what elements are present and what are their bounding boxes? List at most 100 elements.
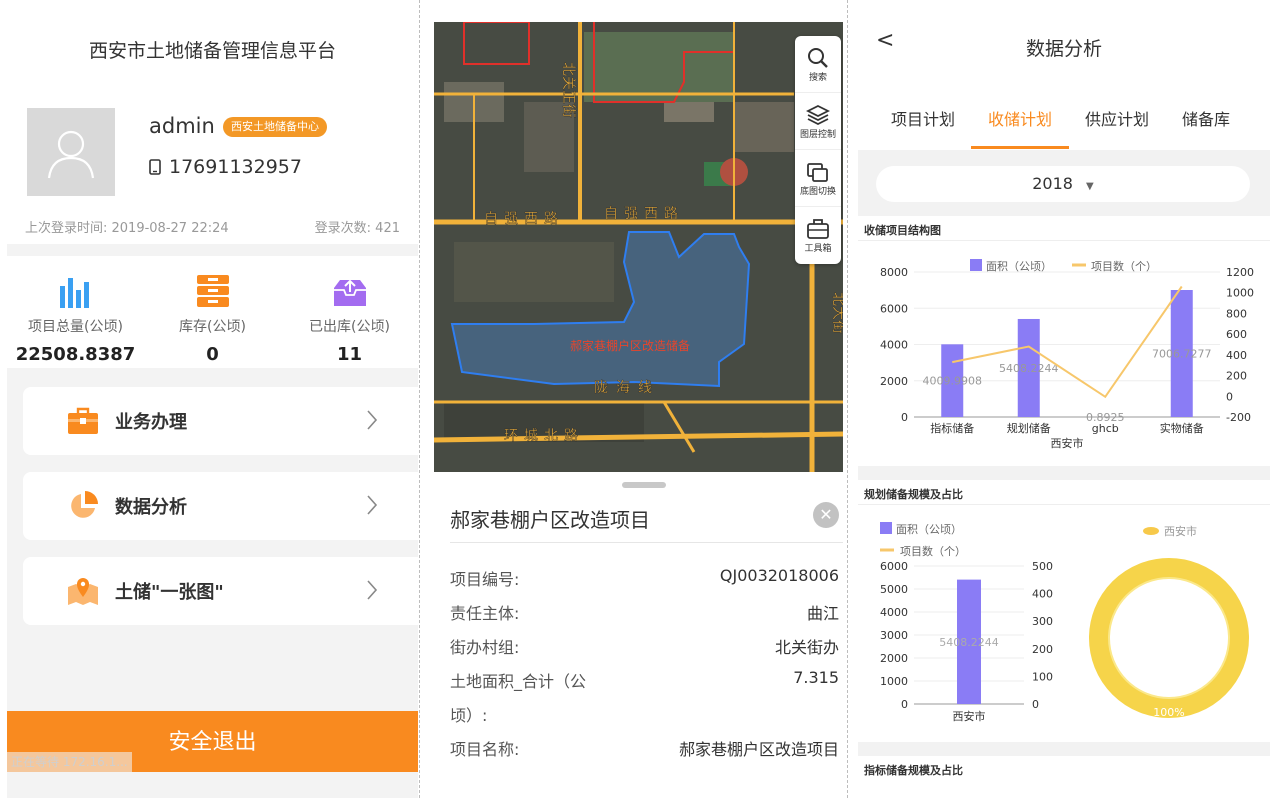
map-icon [68, 578, 98, 605]
stat-value: 22508.8387 [15, 344, 136, 365]
x-tick-label: ghcb [1092, 422, 1119, 435]
user-placeholder-icon [47, 130, 95, 179]
app-title: 西安市土地储备管理信息平台 [88, 40, 336, 62]
chart-card-planning: 规划储备规模及占比 面积（公顷） 项目数（个） 0 1000 2000 3000 4000 5… [858, 480, 1270, 742]
y2-tick-label: 800 [1226, 307, 1247, 320]
y2-tick-label: 0 [1226, 390, 1233, 403]
stat-outbound: 已出库(公顷) 11 [281, 256, 418, 365]
stat-stock: 库存(公顷) 0 [144, 256, 281, 365]
org-badge: 西安土地储备中心 [223, 117, 327, 137]
tool-search[interactable]: 搜索 [795, 36, 841, 93]
y2-tick-label: 400 [1032, 588, 1053, 601]
parcel-label: 郝家巷棚户区改造储备 [570, 338, 690, 353]
map-canvas[interactable]: 自强西路 自强西路 北关正街 陇海线 环城北路 北大街 郝家巷棚户区改造储备 [434, 22, 843, 472]
bar-data-label: 5408.2244 [939, 636, 999, 649]
legend-swatch-pie [1143, 527, 1159, 535]
divider [450, 542, 843, 543]
page-title: 数据分析 [1025, 38, 1102, 60]
road-label: 北关正街 [560, 62, 576, 118]
y-tick-label: 8000 [880, 266, 908, 279]
legend-label: 面积（公顷） [986, 260, 1052, 273]
close-icon[interactable]: ✕ [813, 502, 839, 528]
road-label: 自强西路 [604, 206, 684, 222]
tool-basemap[interactable]: 底图切换 [795, 150, 841, 207]
chart-card-structure: 收储项目结构图 面积（公顷） 项目数（个） 0 2000 4000 6000 8000 -20… [858, 216, 1270, 466]
analysis-screen: < 数据分析 项目计划 收储计划 供应计划 储备库 2018 ▼ 收储项目结构图… [858, 0, 1270, 798]
pie-inner-ring [1108, 577, 1230, 699]
tool-label: 工具箱 [804, 244, 832, 254]
stats-panel: 项目总量(公顷) 22508.8387 库存(公顷) 0 已出库(公顷) 11 [7, 256, 418, 368]
detail-key: 土地面积_合计（公 [450, 672, 587, 691]
y-tick-label: 2000 [880, 375, 908, 388]
year-value: 2018 [1032, 174, 1073, 193]
login-count: 登录次数: 421 [314, 221, 400, 236]
stat-total: 项目总量(公顷) 22508.8387 [7, 256, 144, 365]
legend-label: 西安市 [1164, 524, 1197, 538]
pie-slice [1089, 558, 1249, 718]
bar-data-label: 4009.9908 [923, 375, 983, 388]
legend-label: 项目数（个） [900, 545, 966, 558]
chart-planning: 面积（公顷） 项目数（个） 0 1000 2000 3000 4000 5000 6000 0 10… [880, 522, 1249, 723]
chart-structure: 面积（公顷） 项目数（个） 0 2000 4000 6000 8000 -200 0 200 400… [880, 259, 1254, 450]
chevron-right-icon [367, 495, 378, 515]
menu-item-analysis[interactable]: 数据分析 [23, 472, 418, 540]
tool-layers[interactable]: 图层控制 [795, 93, 841, 150]
tool-label: 图层控制 [799, 129, 836, 140]
phone-number: 17691132957 [169, 156, 302, 178]
satellite-map[interactable]: 自强西路 自强西路 北关正街 陇海线 环城北路 北大街 郝家巷棚户区改造储备 搜… [434, 22, 843, 472]
tool-label: 底图切换 [799, 186, 836, 197]
road-label: 陇海线 [594, 380, 660, 396]
caret-down-icon: ▼ [1086, 181, 1094, 192]
bar-data-label: 5408.2244 [999, 362, 1059, 375]
menu-label: 土储"一张图" [115, 582, 224, 603]
tool-label: 搜索 [808, 72, 827, 83]
stat-value: 11 [336, 344, 363, 365]
detail-key: 街办村组: [450, 638, 520, 657]
stat-label: 库存(公顷) [179, 319, 246, 335]
search-icon [808, 47, 828, 68]
section-title: 指标储备规模及占比 [864, 764, 963, 777]
y-tick-label: 6000 [880, 560, 908, 573]
legend-label: 面积（公顷） [896, 523, 962, 536]
detail-key: 项目名称: [450, 740, 520, 759]
road-label: 自强西路 [484, 211, 564, 227]
detail-sheet: 郝家巷棚户区改造项目 ✕ 项目编号: QJ0032018006 责任主体: 曲江 街… [434, 472, 843, 798]
y2-tick-label: 300 [1032, 615, 1053, 628]
tool-toolbox[interactable]: 工具箱 [795, 207, 841, 264]
bar-data-label: 7006.7277 [1152, 348, 1212, 361]
divider [858, 240, 1270, 241]
detail-value: 北关街办 [774, 638, 839, 657]
toolbox-icon [807, 219, 829, 239]
briefcase-icon [68, 407, 98, 434]
tab-supply-plan[interactable]: 供应计划 [1085, 106, 1149, 130]
y-tick-label: 0 [901, 411, 908, 424]
analysis-header: < 数据分析 项目计划 收储计划 供应计划 储备库 [858, 0, 1270, 150]
menu-item-onemap[interactable]: 土储"一张图" [23, 557, 418, 625]
tab-project-plan[interactable]: 项目计划 [891, 106, 955, 130]
section-title: 收储项目结构图 [864, 224, 941, 237]
chevron-right-icon [367, 580, 378, 600]
last-login-time: 上次登录时间: 2019-08-27 22:24 [25, 221, 229, 236]
y-tick-label: 6000 [880, 302, 908, 315]
y-tick-label: 4000 [880, 606, 908, 619]
legend-label: 项目数（个） [1091, 260, 1157, 273]
legend-swatch-area [880, 522, 892, 534]
y-tick-label: 2000 [880, 652, 908, 665]
year-select[interactable]: 2018 ▼ [876, 166, 1250, 202]
y2-tick-label: 1000 [1226, 287, 1254, 300]
chevron-right-icon [367, 410, 378, 430]
y-tick-label: 0 [901, 698, 908, 711]
divider [847, 0, 848, 798]
stat-value: 0 [206, 344, 219, 365]
drag-handle[interactable] [622, 482, 666, 488]
avatar[interactable] [27, 108, 115, 196]
detail-key: 项目编号: [450, 570, 520, 589]
detail-value: 7.315 [793, 668, 839, 687]
divider [419, 0, 420, 798]
detail-key: 顷）: [450, 706, 488, 725]
menu-item-business[interactable]: 业务办理 [23, 387, 418, 455]
profile-screen: 西安市土地储备管理信息平台 admin 西安土地储备中心 17691132957… [7, 0, 418, 798]
y2-tick-label: -200 [1226, 411, 1251, 424]
tab-reserve[interactable]: 储备库 [1182, 106, 1230, 130]
tab-acquisition-plan[interactable]: 收储计划 [988, 106, 1052, 130]
